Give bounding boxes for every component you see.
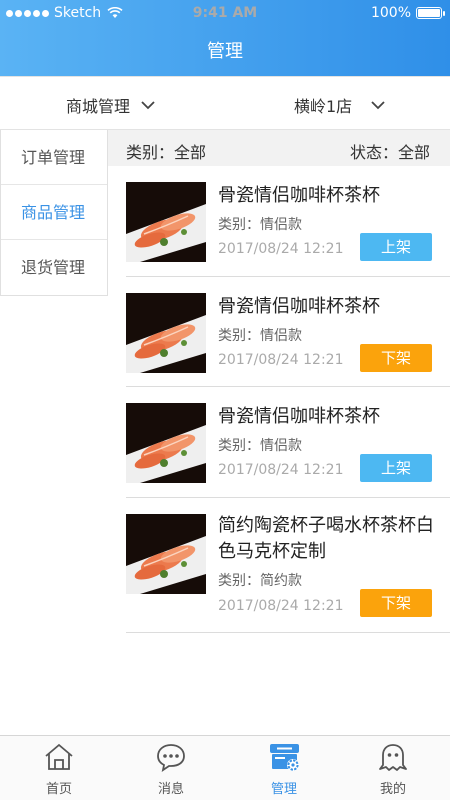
tab-messages[interactable]: 消息 [115, 736, 227, 800]
mall-filter-dropdown[interactable]: 商城管理 [66, 93, 156, 117]
profile-icon [379, 744, 407, 771]
chevron-down-icon [141, 101, 155, 110]
shelf-toggle-button[interactable]: 下架 [360, 344, 432, 372]
sidebar-item-orders[interactable]: 订单管理 [1, 130, 107, 185]
product-time: 2017/08/24 12:21 [218, 598, 344, 614]
product-name: 骨瓷情侣咖啡杯茶杯 [218, 185, 380, 206]
app-header: Sketch 9:41 AM 100% 管理 [0, 0, 450, 76]
status-filter[interactable]: 状态：全部 [350, 139, 430, 163]
product-time: 2017/08/24 12:21 [218, 462, 344, 478]
tab-label: 首页 [45, 782, 72, 797]
tab-label: 管理 [270, 782, 297, 797]
product-image [126, 182, 206, 262]
product-name: 骨瓷情侣咖啡杯茶杯 [218, 406, 380, 427]
home-icon [45, 743, 73, 770]
mall-filter-label: 商城管理 [66, 97, 131, 116]
sidebar-item-products[interactable]: 商品管理 [1, 185, 107, 240]
product-category: 类别：情侣款 [218, 438, 302, 454]
list-item[interactable]: 简约陶瓷杯子喝水杯茶杯白色马克杯定制 类别：简约款 2017/08/24 12:… [126, 498, 450, 633]
category-filter[interactable]: 类别：全部 [126, 139, 206, 163]
category-status-bar: 类别：全部 状态：全部 [108, 130, 450, 166]
product-image [126, 514, 206, 594]
list-item[interactable]: 骨瓷情侣咖啡杯茶杯 类别：情侣款 2017/08/24 12:21 上架 [126, 387, 450, 498]
product-time: 2017/08/24 12:21 [218, 352, 344, 368]
product-list: 骨瓷情侣咖啡杯茶杯 类别：情侣款 2017/08/24 12:21 上架 骨瓷情… [126, 166, 450, 633]
tab-manage[interactable]: 管理 [228, 736, 340, 800]
product-category: 类别：简约款 [218, 573, 302, 589]
product-image [126, 293, 206, 373]
tab-profile[interactable]: 我的 [337, 736, 449, 800]
chevron-down-icon [371, 101, 385, 110]
shelf-toggle-button[interactable]: 上架 [360, 454, 432, 482]
shelf-toggle-button[interactable]: 上架 [360, 233, 432, 261]
store-filter-dropdown[interactable]: 横岭1店 [294, 93, 386, 117]
list-item[interactable]: 骨瓷情侣咖啡杯茶杯 类别：情侣款 2017/08/24 12:21 上架 [126, 166, 450, 277]
shelf-toggle-button[interactable]: 下架 [360, 589, 432, 617]
tab-label: 消息 [157, 782, 184, 797]
product-time: 2017/08/24 12:21 [218, 241, 344, 257]
product-category: 类别：情侣款 [218, 328, 302, 344]
battery-icon [416, 7, 445, 19]
product-category: 类别：情侣款 [218, 217, 302, 233]
tab-home[interactable]: 首页 [3, 736, 115, 800]
battery-percent: 100% [370, 5, 411, 21]
bottom-tab-bar: 首页 消息 管理 我的 [0, 735, 450, 800]
status-bar: Sketch 9:41 AM 100% [0, 0, 450, 28]
filter-bar: 商城管理 横岭1店 [0, 76, 450, 130]
message-icon [157, 744, 185, 772]
product-name: 骨瓷情侣咖啡杯茶杯 [218, 296, 380, 317]
page-title: 管理 [207, 41, 243, 62]
store-filter-label: 横岭1店 [294, 97, 353, 116]
sidebar-item-returns[interactable]: 退货管理 [1, 240, 107, 295]
sidebar-menu: 订单管理 商品管理 退货管理 [0, 130, 108, 296]
product-name: 简约陶瓷杯子喝水杯茶杯白色马克杯定制 [218, 515, 434, 562]
product-image [126, 403, 206, 483]
tab-label: 我的 [379, 782, 406, 797]
list-item[interactable]: 骨瓷情侣咖啡杯茶杯 类别：情侣款 2017/08/24 12:21 下架 [126, 277, 450, 387]
manage-icon [270, 744, 299, 771]
